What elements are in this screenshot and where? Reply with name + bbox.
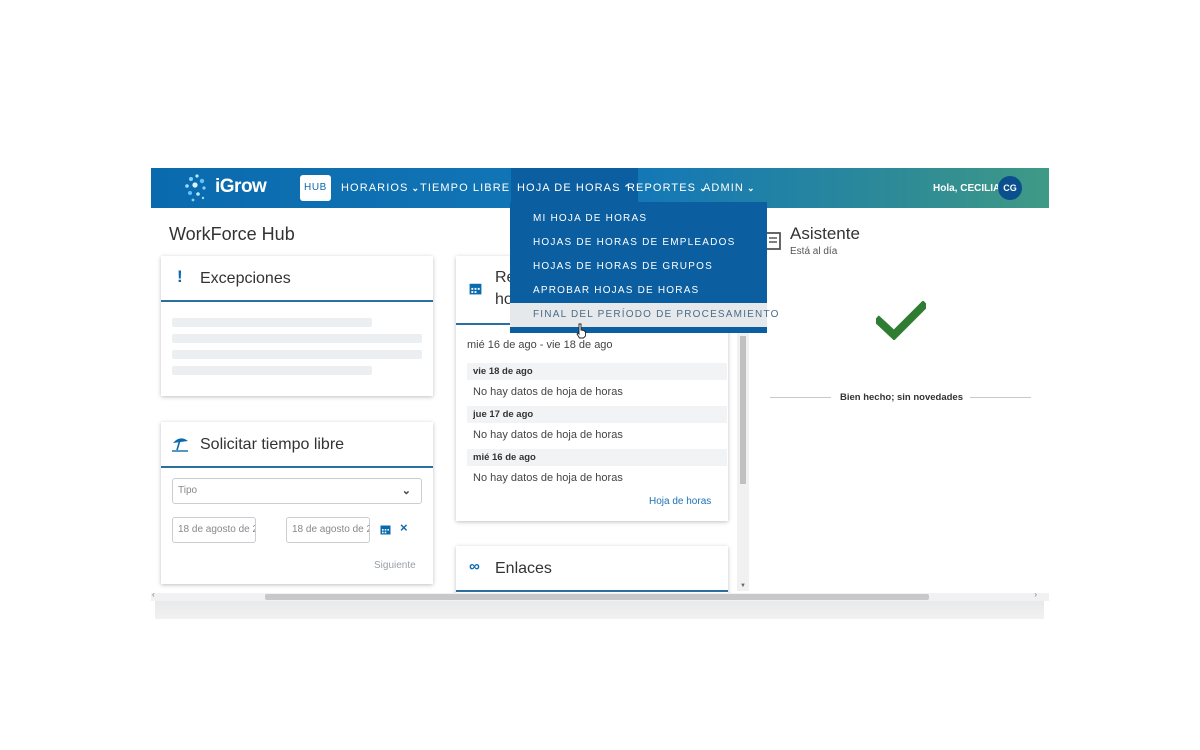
divider-line [970, 397, 1031, 398]
tipo-select[interactable]: Tipo ⌄ [172, 478, 422, 504]
scrollbar-thumb[interactable] [265, 594, 929, 600]
hoja-de-horas-link[interactable]: Hoja de horas [649, 496, 711, 507]
day-header: mié 16 de ago [467, 449, 727, 466]
enlaces-title: Enlaces [495, 560, 552, 577]
menu-item-empleados[interactable]: HOJAS DE HORAS DE EMPLEADOS [510, 231, 767, 255]
day-header: vie 18 de ago [467, 363, 727, 380]
nav-reportes-label: REPORTES [627, 182, 697, 194]
day-status: No hay datos de hoja de horas [473, 472, 623, 484]
scrollbar-thumb[interactable] [740, 336, 746, 484]
asistente-subtitle: Está al día [790, 246, 838, 257]
exclamation-icon: ! [177, 267, 183, 286]
scroll-down-arrow-icon[interactable]: ▼ [740, 583, 746, 589]
logo-dots-icon [185, 174, 206, 202]
page-title: WorkForce Hub [169, 224, 295, 244]
tiempo-libre-title: Solicitar tiempo libre [200, 436, 345, 453]
link-icon: ∞ [469, 558, 480, 575]
nav-tiempo-libre-label: TIEMPO LIBRE [420, 182, 511, 194]
card-header: ! Excepciones [161, 256, 433, 302]
tiempo-libre-card: Solicitar tiempo libre Tipo ⌄ 18 de agos… [161, 422, 433, 584]
hand-cursor-icon [576, 323, 586, 339]
loading-skeleton [172, 350, 422, 359]
hoja-de-horas-dropdown: MI HOJA DE HORAS HOJAS DE HORAS DE EMPLE… [510, 202, 778, 333]
nav-horarios[interactable]: HORARIOS ⌄ [341, 168, 420, 208]
background-strip [155, 601, 1044, 619]
divider-line [770, 397, 831, 398]
loading-skeleton [172, 318, 372, 327]
status-message: Bien hecho; sin novedades [840, 392, 963, 403]
day-status: No hay datos de hoja de horas [473, 386, 623, 398]
nav-horarios-label: HORARIOS [341, 182, 409, 194]
user-greeting: Hola, CECILIA [933, 183, 1001, 194]
scroll-right-arrow-icon[interactable]: › [1034, 590, 1037, 599]
calendar-icon [469, 283, 482, 295]
loading-skeleton [172, 366, 372, 375]
app-window: iGrow HUB HORARIOS⌄ TIEMPO LIBRE⌄ HOJA D… [151, 168, 1049, 593]
calendar-icon[interactable] [380, 524, 391, 535]
igrow-logo[interactable]: iGrow [181, 173, 271, 203]
date-range: mié 16 de ago - vie 18 de ago [467, 339, 613, 351]
horizontal-scrollbar[interactable]: ‹ › [151, 590, 1049, 601]
day-header: jue 17 de ago [467, 406, 727, 423]
fecha-inicio-input[interactable]: 18 de agosto de 2 [172, 517, 256, 543]
vertical-scrollbar[interactable]: ▼ [737, 321, 749, 591]
checkmark-icon [876, 301, 926, 340]
tipo-placeholder: Tipo [178, 485, 198, 496]
logo-text: iGrow [215, 176, 267, 197]
menu-item-mi-hoja[interactable]: MI HOJA DE HORAS [510, 207, 767, 231]
hub-button[interactable]: HUB [300, 175, 331, 201]
user-avatar[interactable]: CG [998, 176, 1022, 200]
chevron-down-icon: ⌄ [746, 183, 756, 193]
beach-umbrella-icon [172, 438, 188, 452]
clear-icon[interactable]: × [400, 520, 408, 535]
asistente-title: Asistente [790, 224, 860, 243]
card-header: ∞ Enlaces [456, 546, 728, 592]
chevron-down-icon: ⌄ [411, 183, 421, 193]
loading-skeleton [172, 334, 422, 343]
nav-hoja-de-horas-label: HOJA DE HORAS [517, 182, 621, 194]
day-status: No hay datos de hoja de horas [473, 429, 623, 441]
card-header: Solicitar tiempo libre [161, 422, 433, 468]
menu-item-final-periodo[interactable]: FINAL DEL PERÍODO DE PROCESAMIENTO [510, 303, 778, 327]
menu-item-grupos[interactable]: HOJAS DE HORAS DE GRUPOS [510, 255, 767, 279]
chevron-down-icon: ⌄ [401, 485, 411, 497]
scroll-left-arrow-icon[interactable]: ‹ [152, 590, 155, 599]
excepciones-title: Excepciones [200, 270, 291, 287]
nav-admin-label: ADMIN [703, 182, 744, 194]
menu-item-aprobar[interactable]: APROBAR HOJAS DE HORAS [510, 279, 767, 303]
assistant-icon [765, 232, 781, 250]
siguiente-button[interactable]: Siguiente [374, 560, 416, 571]
excepciones-card: ! Excepciones [161, 256, 433, 396]
fecha-fin-input[interactable]: 18 de agosto de 2 [286, 517, 370, 543]
nav-tiempo-libre[interactable]: TIEMPO LIBRE⌄ [420, 168, 522, 208]
enlaces-card: ∞ Enlaces [456, 546, 728, 593]
